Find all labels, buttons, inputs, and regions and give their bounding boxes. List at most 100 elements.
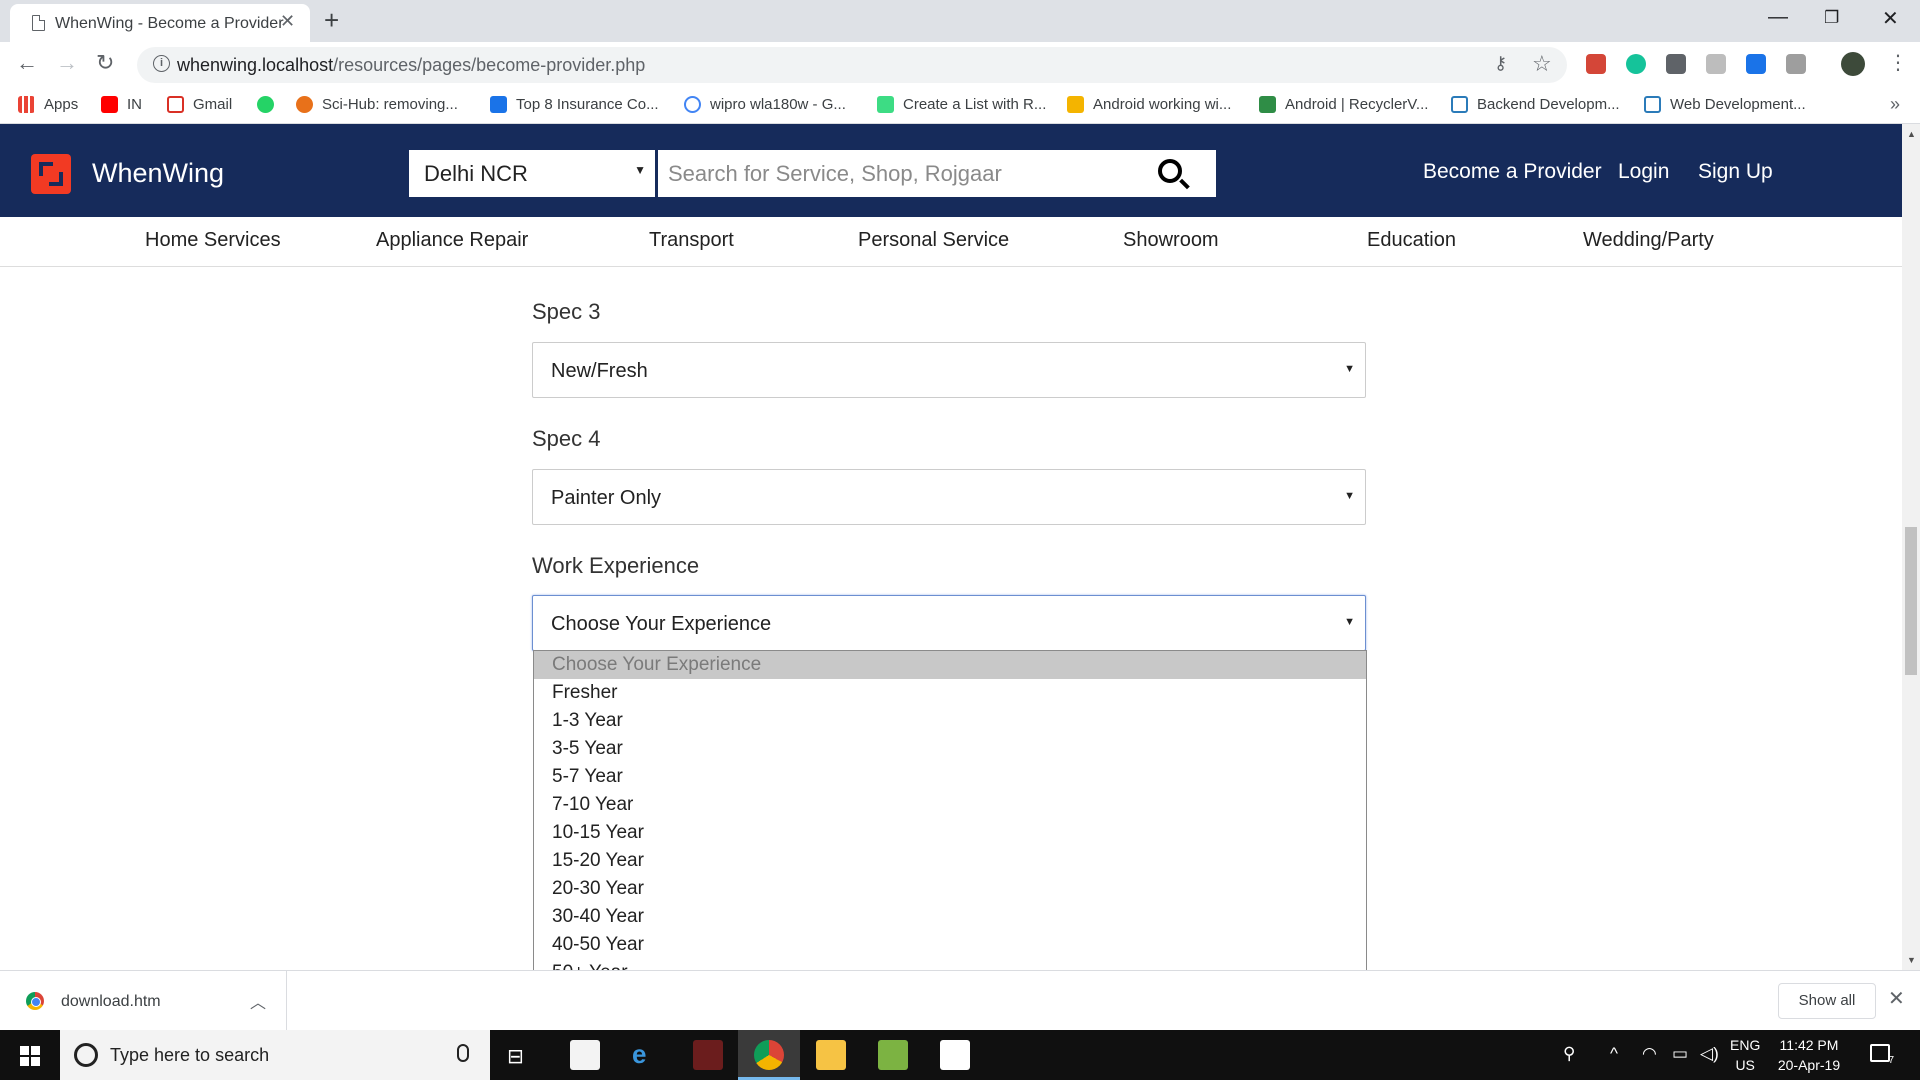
url-text[interactable]: whenwing.localhost/resources/pages/becom… bbox=[177, 55, 645, 76]
scroll-up-icon[interactable]: ▲ bbox=[1907, 129, 1916, 139]
store-icon[interactable] bbox=[570, 1040, 600, 1070]
experience-option[interactable]: 1-3 Year bbox=[534, 707, 1366, 735]
people-icon[interactable]: ⚲ bbox=[1563, 1044, 1575, 1064]
minimize-icon[interactable]: — bbox=[1768, 6, 1788, 29]
city-value: Delhi NCR bbox=[424, 161, 528, 186]
system-clock[interactable]: 11:42 PM 20-Apr-19 bbox=[1775, 1035, 1843, 1075]
browser-tab-strip: WhenWing - Become a Provider ✕ + — ❐ ✕ bbox=[0, 0, 1920, 42]
experience-option[interactable]: Choose Your Experience bbox=[534, 651, 1366, 679]
briefcase-extension-icon[interactable] bbox=[1746, 54, 1766, 74]
page-scrollbar[interactable]: ▲ ▼ bbox=[1902, 124, 1920, 970]
key-icon[interactable]: ⚷ bbox=[1494, 53, 1507, 74]
bookmark-android-working[interactable]: Android working wi... bbox=[1067, 96, 1231, 113]
become-provider-link[interactable]: Become a Provider bbox=[1423, 160, 1602, 184]
restore-icon[interactable]: ❐ bbox=[1824, 8, 1839, 28]
close-icon[interactable]: ✕ bbox=[1888, 986, 1905, 1011]
menu-dots-icon[interactable]: ⋮ bbox=[1888, 50, 1908, 75]
microphone-icon[interactable] bbox=[457, 1044, 469, 1062]
search-input[interactable] bbox=[658, 150, 1148, 197]
city-select[interactable]: Delhi NCR ▼ bbox=[409, 150, 655, 197]
download-item[interactable]: download.htm ︿ bbox=[0, 971, 287, 1031]
taskbar-search[interactable]: Type here to search bbox=[60, 1030, 490, 1080]
bookmark-label: Backend Developm... bbox=[1477, 96, 1620, 113]
experience-option[interactable]: 10-15 Year bbox=[534, 819, 1366, 847]
chevron-up-icon[interactable]: ^ bbox=[1610, 1044, 1618, 1064]
whenwing-logo-icon[interactable] bbox=[31, 154, 71, 194]
category-wedding-party[interactable]: Wedding/Party bbox=[1583, 229, 1714, 252]
cast-extension-icon[interactable] bbox=[1786, 54, 1806, 74]
bookmark-label: Web Development... bbox=[1670, 96, 1806, 113]
language-indicator[interactable]: ENG US bbox=[1730, 1035, 1760, 1075]
volume-icon[interactable]: ◁) bbox=[1700, 1044, 1719, 1064]
close-tab-icon[interactable]: ✕ bbox=[280, 11, 295, 32]
bookmark-insurance[interactable]: Top 8 Insurance Co... bbox=[490, 96, 659, 113]
predator-icon[interactable] bbox=[693, 1040, 723, 1070]
profile-avatar[interactable] bbox=[1841, 52, 1865, 76]
bookmark-in[interactable]: IN bbox=[101, 96, 142, 113]
experience-option[interactable]: 30-40 Year bbox=[534, 903, 1366, 931]
bookmark-gmail[interactable]: Gmail bbox=[167, 96, 232, 113]
login-link[interactable]: Login bbox=[1618, 160, 1669, 184]
category-transport[interactable]: Transport bbox=[649, 229, 734, 252]
bookmark-whatsapp[interactable] bbox=[257, 96, 283, 113]
new-tab-icon[interactable]: + bbox=[324, 5, 339, 36]
brand-name[interactable]: WhenWing bbox=[92, 158, 224, 189]
reload-icon[interactable]: ↻ bbox=[96, 50, 114, 76]
experience-option[interactable]: 15-20 Year bbox=[534, 847, 1366, 875]
task-view-icon[interactable]: ⊟ bbox=[507, 1044, 524, 1069]
show-all-button[interactable]: Show all bbox=[1778, 983, 1876, 1019]
bookmark-webdev[interactable]: Web Development... bbox=[1644, 96, 1806, 113]
window-close-icon[interactable]: ✕ bbox=[1882, 6, 1899, 31]
chevron-down-icon: ▼ bbox=[634, 163, 646, 177]
category-home-services[interactable]: Home Services bbox=[145, 229, 281, 252]
clock-date: 20-Apr-19 bbox=[1777, 1057, 1841, 1073]
spec3-select[interactable]: New/Fresh ▼ bbox=[532, 342, 1366, 398]
experience-option[interactable]: 7-10 Year bbox=[534, 791, 1366, 819]
scrollbar-thumb[interactable] bbox=[1905, 527, 1917, 675]
spec4-select[interactable]: Painter Only ▼ bbox=[532, 469, 1366, 525]
category-appliance-repair[interactable]: Appliance Repair bbox=[376, 229, 528, 252]
edge-icon[interactable]: e bbox=[632, 1039, 646, 1070]
site-info-icon[interactable]: i bbox=[153, 55, 170, 72]
notifications-icon[interactable]: 7 bbox=[1870, 1044, 1894, 1066]
grammarly-extension-icon[interactable] bbox=[1626, 54, 1646, 74]
category-education[interactable]: Education bbox=[1367, 229, 1456, 252]
bookmark-wipro[interactable]: wipro wla180w - G... bbox=[684, 96, 846, 113]
download-file-name: download.htm bbox=[61, 993, 161, 1010]
experience-select[interactable]: Choose Your Experience ▼ bbox=[532, 595, 1366, 651]
category-personal-service[interactable]: Personal Service bbox=[858, 229, 1009, 252]
search-icon[interactable] bbox=[1158, 159, 1182, 183]
category-showroom[interactable]: Showroom bbox=[1123, 229, 1219, 252]
android-studio-icon[interactable] bbox=[878, 1040, 908, 1070]
bookmark-scihub[interactable]: Sci-Hub: removing... bbox=[296, 96, 458, 113]
bookmark-recyclerview[interactable]: Android | RecyclerV... bbox=[1259, 96, 1428, 113]
chrome-taskbar-icon[interactable] bbox=[754, 1040, 784, 1070]
chevron-up-icon[interactable]: ︿ bbox=[250, 989, 266, 1013]
experience-option[interactable]: 40-50 Year bbox=[534, 931, 1366, 959]
android-extension-icon[interactable] bbox=[1706, 54, 1726, 74]
bookmark-star-icon[interactable]: ☆ bbox=[1532, 51, 1552, 77]
experience-option[interactable]: 20-30 Year bbox=[534, 875, 1366, 903]
ublock-extension-icon[interactable] bbox=[1666, 54, 1686, 74]
bookmark-backend[interactable]: Backend Developm... bbox=[1451, 96, 1620, 113]
signup-link[interactable]: Sign Up bbox=[1698, 160, 1773, 184]
wifi-icon[interactable]: ◠ bbox=[1642, 1044, 1657, 1064]
forward-icon[interactable]: → bbox=[56, 50, 78, 76]
battery-icon[interactable]: ▭ bbox=[1672, 1044, 1688, 1064]
back-icon[interactable]: ← bbox=[16, 50, 38, 76]
experience-option[interactable]: 3-5 Year bbox=[534, 735, 1366, 763]
windows-start-icon[interactable] bbox=[20, 1046, 40, 1066]
browser-tab[interactable]: WhenWing - Become a Provider ✕ bbox=[10, 4, 310, 42]
file-explorer-icon[interactable] bbox=[816, 1040, 846, 1070]
bookmarks-overflow-icon[interactable]: » bbox=[1890, 94, 1900, 115]
scroll-down-icon[interactable]: ▼ bbox=[1907, 955, 1916, 965]
experience-option[interactable]: Fresher bbox=[534, 679, 1366, 707]
experience-option[interactable]: 5-7 Year bbox=[534, 763, 1366, 791]
address-bar[interactable]: i whenwing.localhost/resources/pages/bec… bbox=[137, 47, 1567, 83]
bookmark-apps[interactable]: Apps bbox=[18, 96, 78, 113]
pdf-extension-icon[interactable] bbox=[1586, 54, 1606, 74]
notification-badge: 7 bbox=[1888, 1055, 1894, 1066]
experience-value: Choose Your Experience bbox=[551, 613, 772, 635]
photos-icon[interactable] bbox=[940, 1040, 970, 1070]
bookmark-create-list[interactable]: Create a List with R... bbox=[877, 96, 1046, 113]
